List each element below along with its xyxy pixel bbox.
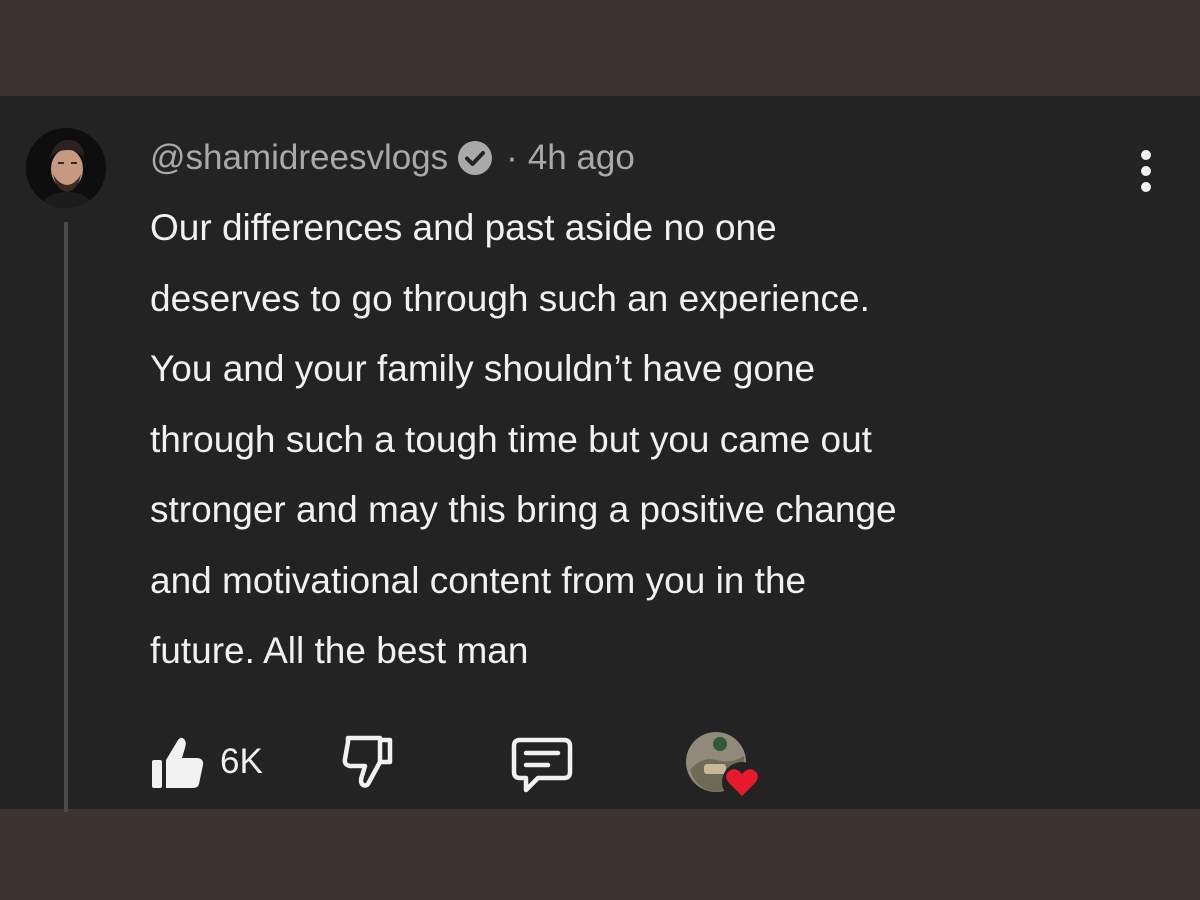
comment-line: Our differences and past aside no one	[150, 207, 777, 248]
comment-reply-icon	[511, 737, 573, 793]
creator-heart-badge	[682, 730, 766, 804]
comment-line: deserves to go through such an experienc…	[150, 277, 870, 319]
avatar[interactable]	[26, 128, 106, 208]
comment-line: stronger and may this bring a positive c…	[150, 489, 897, 530]
comment-text: Our differences and past aside no one de…	[150, 193, 1160, 687]
comment-line: You and your family shouldn’t have gone	[150, 348, 816, 389]
thumbs-up-icon	[152, 737, 204, 788]
like-count: 6K	[220, 742, 263, 781]
thread-line	[64, 222, 68, 812]
reply-button[interactable]	[510, 734, 574, 794]
separator-dot: ·	[506, 138, 518, 177]
comment-header: @shamidreesvlogs · 4h ago	[150, 136, 635, 180]
comment-line: future. All the best man	[150, 630, 529, 671]
thumbs-down-icon	[342, 735, 393, 788]
dislike-button[interactable]	[340, 732, 396, 792]
more-vert-icon[interactable]	[1128, 148, 1164, 194]
avatar-image	[26, 128, 106, 208]
verified-check-icon	[456, 139, 494, 177]
comment-line: and motivational content from you in the	[150, 559, 807, 601]
heart-icon	[722, 762, 762, 802]
timestamp: 4h ago	[527, 138, 635, 177]
username[interactable]: @shamidreesvlogs	[150, 138, 448, 178]
comment-line: through such a tough time but you came o…	[150, 418, 872, 460]
like-button[interactable]	[150, 730, 206, 794]
